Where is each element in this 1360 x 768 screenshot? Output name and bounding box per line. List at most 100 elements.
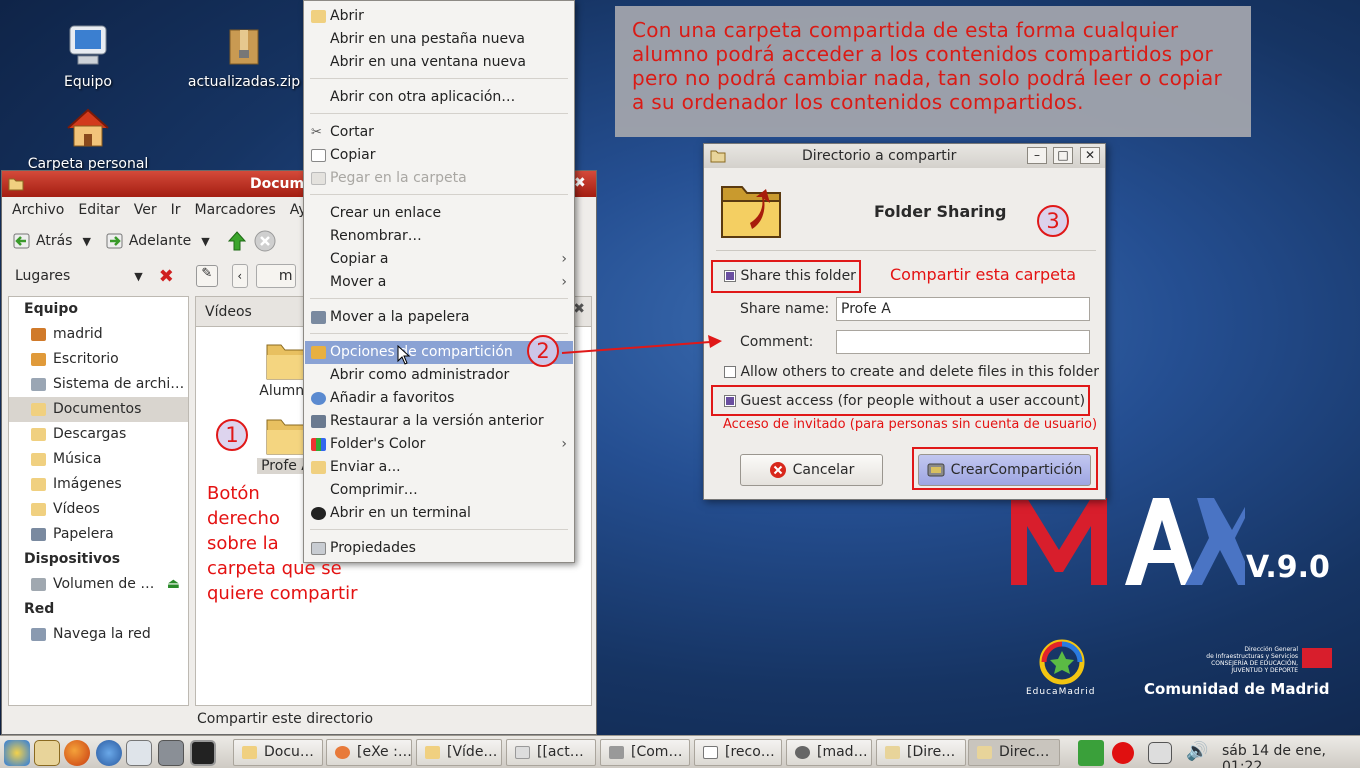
record-tray-icon[interactable] bbox=[1112, 742, 1134, 764]
up-arrow-icon[interactable] bbox=[226, 230, 248, 252]
chevron-right-icon: › bbox=[561, 251, 567, 267]
home-icon bbox=[31, 328, 46, 341]
network-icon bbox=[31, 628, 46, 641]
menu-item-abrir-admin[interactable]: Abrir como administrador bbox=[305, 364, 573, 387]
menu-item-pegar: Pegar en la carpeta bbox=[305, 167, 573, 190]
back-button[interactable]: Atrás ▼ bbox=[12, 232, 91, 250]
menu-item-cortar[interactable]: ✂ Cortar bbox=[305, 121, 573, 144]
desktop-icon-zip[interactable]: actualizadas.zip bbox=[179, 22, 309, 90]
sidebar-item-descargas[interactable]: Descargas bbox=[9, 422, 188, 447]
menu-item-folders-color[interactable]: Folder's Color › bbox=[305, 433, 573, 456]
desktop-icon-home[interactable]: Carpeta personal bbox=[23, 104, 153, 172]
menu-ver[interactable]: Ver bbox=[134, 202, 157, 218]
dialog-heading: Folder Sharing bbox=[874, 202, 1007, 221]
menu-item-enviar-a[interactable]: Enviar a... bbox=[305, 456, 573, 479]
sidebar-item-volumen[interactable]: Volumen de … ⏏ bbox=[9, 572, 188, 597]
send-icon bbox=[311, 461, 326, 474]
network-tray-icon[interactable] bbox=[1148, 742, 1172, 764]
cam-name: Comunidad de Madrid bbox=[1144, 680, 1330, 698]
menu-item-favoritos[interactable]: Añadir a favoritos bbox=[305, 387, 573, 410]
menu-marcadores[interactable]: Marcadores bbox=[195, 202, 276, 218]
path-back-icon[interactable]: ‹ bbox=[231, 264, 248, 288]
status-bar: Compartir este directorio bbox=[197, 711, 374, 727]
taskbar-task-act[interactable]: [[act… bbox=[506, 739, 596, 766]
menu-item-copiar-a[interactable]: Copiar a › bbox=[305, 248, 573, 271]
terminal-icon[interactable] bbox=[190, 740, 216, 766]
annotation-share-folder: Compartir esta carpeta bbox=[890, 265, 1077, 284]
sidebar-item-imagenes[interactable]: Imágenes bbox=[9, 472, 188, 497]
share-name-input[interactable]: Profe A bbox=[836, 297, 1090, 321]
clock[interactable]: sáb 14 de ene, 01:22 bbox=[1222, 743, 1360, 768]
sidebar-item-videos[interactable]: Vídeos bbox=[9, 497, 188, 522]
sidebar-item-escritorio[interactable]: Escritorio bbox=[9, 347, 188, 372]
taskbar-task-reco[interactable]: [reco… bbox=[694, 739, 782, 766]
eject-icon[interactable]: ⏏ bbox=[167, 572, 180, 597]
taskbar-task-videos[interactable]: [Víde… bbox=[416, 739, 502, 766]
menu-item-abrir-ventana[interactable]: Abrir en una ventana nueva bbox=[305, 51, 573, 74]
menu-item-abrir-pestana[interactable]: Abrir en una pestaña nueva bbox=[305, 28, 573, 51]
chrome-icon[interactable] bbox=[96, 740, 122, 766]
menu-item-crear-enlace[interactable]: Crear un enlace bbox=[305, 202, 573, 225]
menu-item-papelera[interactable]: Mover a la papelera bbox=[305, 306, 573, 329]
close-tab-icon[interactable]: ✖ bbox=[573, 301, 585, 317]
forward-button[interactable]: Adelante ▼ bbox=[105, 232, 210, 250]
taskbar-task-direc-active[interactable]: Direc… bbox=[968, 739, 1060, 766]
educamadrid-logo-text: EducaMadrid bbox=[1026, 687, 1096, 697]
bookmark-icon bbox=[311, 392, 326, 405]
menu-item-abrir[interactable]: Abrir bbox=[305, 5, 573, 28]
copy-icon bbox=[311, 149, 326, 162]
sidebar-item-documentos[interactable]: Documentos bbox=[9, 397, 188, 422]
taskbar-task-exe[interactable]: [eXe :… bbox=[326, 739, 412, 766]
allow-others-checkbox[interactable]: Allow others to create and delete files … bbox=[724, 364, 1099, 380]
cancel-button[interactable]: Cancelar bbox=[740, 454, 883, 486]
trash-icon bbox=[31, 528, 46, 541]
taskbar-task-documentos[interactable]: Docu… bbox=[233, 739, 323, 766]
menu-item-mover-a[interactable]: Mover a › bbox=[305, 271, 573, 294]
menu-ir[interactable]: Ir bbox=[171, 202, 181, 218]
menu-item-copiar[interactable]: Copiar bbox=[305, 144, 573, 167]
places-sidebar: Equipo madrid Escritorio Sistema de arch… bbox=[8, 296, 189, 706]
info-note: Con una carpeta compartida de esta forma… bbox=[615, 6, 1251, 137]
taskbar-task-mad[interactable]: [mad… bbox=[786, 739, 872, 766]
context-menu: Abrir Abrir en una pestaña nueva Abrir e… bbox=[303, 0, 575, 563]
taskbar-task-dire[interactable]: [Dire… bbox=[876, 739, 966, 766]
sidebar-item-madrid[interactable]: madrid bbox=[9, 322, 188, 347]
chevron-down-icon[interactable]: ▼ bbox=[134, 270, 142, 283]
screenshot-icon[interactable] bbox=[158, 740, 184, 766]
update-tray-icon[interactable] bbox=[1078, 740, 1104, 766]
forward-arrow-icon bbox=[106, 233, 123, 249]
taskbar-task-com[interactable]: [Com… bbox=[600, 739, 690, 766]
menu-editar[interactable]: Editar bbox=[78, 202, 119, 218]
edit-location-icon[interactable]: ✎ bbox=[195, 265, 218, 287]
volume-icon[interactable]: 🔊 bbox=[1186, 741, 1208, 762]
menu-launcher-icon[interactable] bbox=[4, 740, 30, 766]
checkbox[interactable] bbox=[724, 366, 736, 378]
chevron-down-icon[interactable]: ▼ bbox=[82, 235, 90, 248]
sidebar-item-papelera[interactable]: Papelera bbox=[9, 522, 188, 547]
annotation-arrow bbox=[561, 335, 722, 354]
sidebar-item-musica[interactable]: Música bbox=[9, 447, 188, 472]
chevron-right-icon: › bbox=[561, 436, 567, 452]
files-launcher-icon[interactable] bbox=[34, 740, 60, 766]
close-sidebar-icon[interactable]: ✖ bbox=[159, 266, 174, 287]
close-icon[interactable]: ✖ bbox=[574, 175, 586, 191]
chevron-down-icon[interactable]: ▼ bbox=[201, 235, 209, 248]
computer-icon bbox=[69, 25, 107, 65]
sidebar-item-filesystem[interactable]: Sistema de archi… bbox=[9, 372, 188, 397]
menu-item-renombrar[interactable]: Renombrar… bbox=[305, 225, 573, 248]
close-button[interactable]: ✕ bbox=[1080, 147, 1100, 164]
sidebar-item-network[interactable]: Navega la red bbox=[9, 622, 188, 647]
menu-archivo[interactable]: Archivo bbox=[12, 202, 64, 218]
menu-item-abrir-con[interactable]: Abrir con otra aplicación… bbox=[305, 86, 573, 109]
maximize-button[interactable]: □ bbox=[1053, 147, 1073, 164]
desktop-icon-equipo[interactable]: Equipo bbox=[23, 22, 153, 90]
firefox-icon[interactable] bbox=[64, 740, 90, 766]
minimize-button[interactable]: – bbox=[1027, 147, 1047, 164]
path-button-home[interactable]: m bbox=[255, 264, 296, 288]
desktop-icon bbox=[31, 353, 46, 366]
trash-icon bbox=[311, 311, 326, 324]
menu-item-restaurar[interactable]: Restaurar a la versión anterior bbox=[305, 410, 573, 433]
comment-input[interactable] bbox=[836, 330, 1090, 354]
text-editor-icon[interactable] bbox=[126, 740, 152, 766]
stop-icon[interactable] bbox=[254, 230, 276, 252]
